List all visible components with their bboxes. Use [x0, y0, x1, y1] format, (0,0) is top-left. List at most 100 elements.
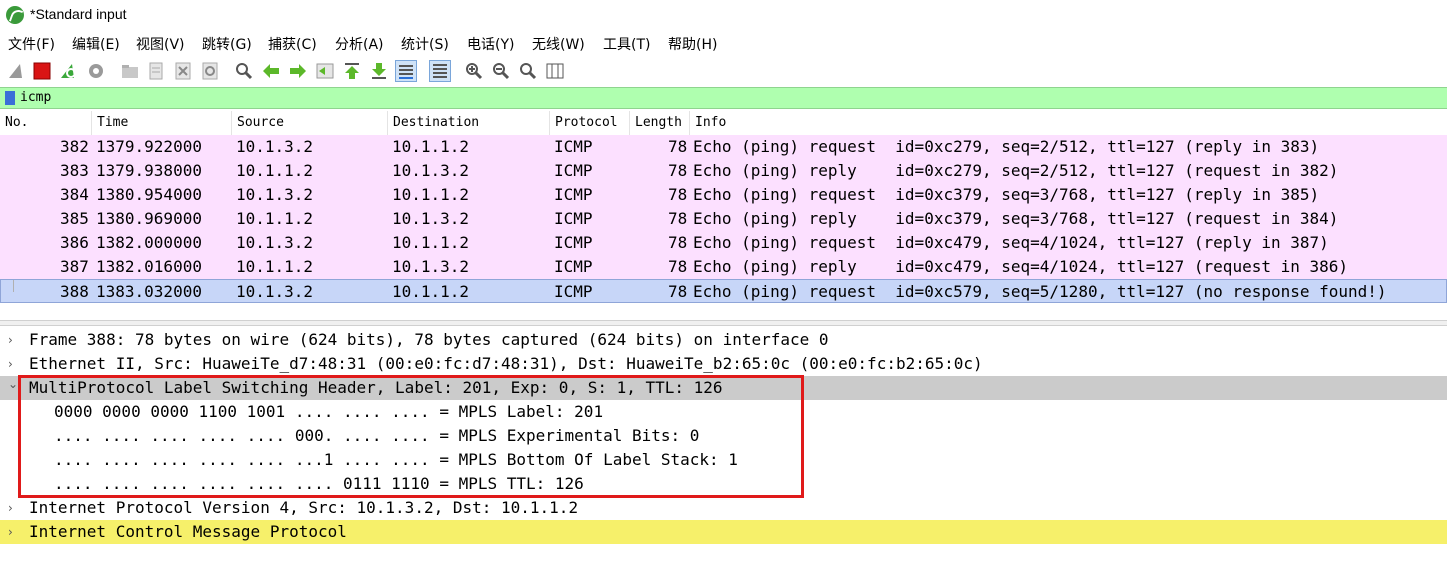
column-header-length[interactable]: Length: [630, 111, 690, 135]
packet-no: 387: [60, 257, 89, 276]
packet-time: 1379.922000: [96, 137, 202, 156]
menu-capture[interactable]: 捕获(C): [268, 34, 317, 54]
packet-row[interactable]: 383 1379.938000 10.1.1.2 10.1.3.2 ICMP 7…: [0, 159, 1447, 183]
expand-arrow-icon[interactable]: ›: [8, 496, 13, 520]
packet-protocol: ICMP: [554, 161, 593, 180]
packet-source: 10.1.1.2: [236, 257, 314, 276]
menu-telephony[interactable]: 电话(Y): [467, 34, 514, 54]
packet-no: 386: [60, 233, 89, 252]
resize-columns-icon[interactable]: [545, 61, 565, 81]
packet-no: 388: [60, 282, 89, 301]
expand-arrow-icon[interactable]: ›: [8, 328, 13, 352]
filter-bookmark-icon[interactable]: [5, 91, 15, 105]
packet-row[interactable]: 387 1382.016000 10.1.1.2 10.1.3.2 ICMP 7…: [0, 255, 1447, 279]
packet-info: Echo (ping) reply id=0xc279, seq=2/512, …: [693, 161, 1339, 180]
highlight-annotation-box: [18, 375, 804, 498]
pane-splitter[interactable]: [0, 320, 1447, 326]
packet-destination: 10.1.3.2: [392, 161, 470, 180]
tree-end-line: [13, 280, 14, 292]
open-folder-icon[interactable]: [120, 61, 140, 81]
packet-info: Echo (ping) reply id=0xc479, seq=4/1024,…: [693, 257, 1349, 276]
packet-time: 1380.969000: [96, 209, 202, 228]
packet-row[interactable]: 384 1380.954000 10.1.3.2 10.1.1.2 ICMP 7…: [0, 183, 1447, 207]
zoom-in-icon[interactable]: [464, 61, 484, 81]
packet-protocol: ICMP: [554, 137, 593, 156]
packet-row[interactable]: 382 1379.922000 10.1.3.2 10.1.1.2 ICMP 7…: [0, 135, 1447, 159]
menu-wireless[interactable]: 无线(W): [532, 34, 585, 54]
stop-icon[interactable]: [32, 61, 52, 81]
title-bar: *Standard input: [0, 0, 1447, 31]
zoom-out-icon[interactable]: [491, 61, 511, 81]
packet-list-header: No. Time Source Destination Protocol Len…: [0, 111, 1447, 136]
packet-info: Echo (ping) request id=0xc579, seq=5/128…: [693, 282, 1387, 301]
detail-text: Internet Protocol Version 4, Src: 10.1.3…: [29, 498, 579, 517]
menu-analyze[interactable]: 分析(A): [335, 34, 384, 54]
menu-edit[interactable]: 编辑(E): [72, 34, 120, 54]
save-file-icon[interactable]: [146, 61, 166, 81]
packet-protocol: ICMP: [554, 233, 593, 252]
detail-text: Ethernet II, Src: HuaweiTe_d7:48:31 (00:…: [29, 354, 983, 373]
column-header-info[interactable]: Info: [690, 111, 1447, 135]
last-packet-icon[interactable]: [369, 61, 389, 81]
detail-row-frame[interactable]: › Frame 388: 78 bytes on wire (624 bits)…: [0, 328, 1447, 352]
zoom-normal-icon[interactable]: [518, 61, 538, 81]
packet-destination: 10.1.3.2: [392, 257, 470, 276]
packet-time: 1382.000000: [96, 233, 202, 252]
packet-destination: 10.1.1.2: [392, 233, 470, 252]
packet-no: 383: [60, 161, 89, 180]
options-gear-icon[interactable]: [86, 61, 106, 81]
menu-statistics[interactable]: 统计(S): [401, 34, 449, 54]
column-header-destination[interactable]: Destination: [388, 111, 550, 135]
column-header-no[interactable]: No.: [0, 111, 92, 135]
packet-info: Echo (ping) request id=0xc279, seq=2/512…: [693, 137, 1320, 156]
packet-source: 10.1.1.2: [236, 161, 314, 180]
collapse-arrow-icon[interactable]: ⌄: [8, 372, 18, 396]
wireshark-app-icon: [6, 6, 24, 24]
packet-info: Echo (ping) request id=0xc379, seq=3/768…: [693, 185, 1320, 204]
packet-length: 78: [668, 233, 688, 252]
menu-tools[interactable]: 工具(T): [603, 34, 650, 54]
packet-length: 78: [668, 137, 688, 156]
menu-go[interactable]: 跳转(G): [202, 34, 252, 54]
detail-row-ethernet[interactable]: › Ethernet II, Src: HuaweiTe_d7:48:31 (0…: [0, 352, 1447, 376]
display-filter-input[interactable]: [20, 89, 1420, 107]
display-filter-bar: [0, 87, 1447, 109]
first-packet-icon[interactable]: [342, 61, 362, 81]
detail-text: Internet Control Message Protocol: [29, 522, 347, 541]
back-arrow-icon[interactable]: [261, 61, 281, 81]
packet-length: 78: [668, 161, 688, 180]
detail-text: Frame 388: 78 bytes on wire (624 bits), …: [29, 330, 829, 349]
column-header-time[interactable]: Time: [92, 111, 232, 135]
find-icon[interactable]: [234, 61, 254, 81]
packet-length: 78: [668, 257, 688, 276]
restart-icon[interactable]: [58, 61, 78, 81]
colorize-icon[interactable]: [429, 60, 451, 82]
close-file-icon[interactable]: [173, 61, 193, 81]
packet-time: 1383.032000: [96, 282, 202, 301]
packet-row[interactable]: 386 1382.000000 10.1.3.2 10.1.1.2 ICMP 7…: [0, 231, 1447, 255]
reload-icon[interactable]: [200, 61, 220, 81]
packet-protocol: ICMP: [554, 282, 593, 301]
window-title: *Standard input: [30, 6, 127, 22]
column-header-source[interactable]: Source: [232, 111, 388, 135]
autoscroll-icon[interactable]: [395, 60, 417, 82]
packet-no: 384: [60, 185, 89, 204]
expand-arrow-icon[interactable]: ›: [8, 520, 13, 544]
menu-file[interactable]: 文件(F): [8, 34, 55, 54]
packet-protocol: ICMP: [554, 209, 593, 228]
packet-no: 385: [60, 209, 89, 228]
packet-info: Echo (ping) reply id=0xc379, seq=3/768, …: [693, 209, 1339, 228]
detail-row-icmp[interactable]: › Internet Control Message Protocol: [0, 520, 1447, 544]
packet-row[interactable]: 385 1380.969000 10.1.1.2 10.1.3.2 ICMP 7…: [0, 207, 1447, 231]
menu-bar: 文件(F) 编辑(E) 视图(V) 跳转(G) 捕获(C) 分析(A) 统计(S…: [0, 31, 1447, 55]
menu-view[interactable]: 视图(V): [136, 34, 185, 54]
forward-arrow-icon[interactable]: [288, 61, 308, 81]
shark-fin-icon[interactable]: [6, 61, 26, 81]
packet-row-selected[interactable]: 388 1383.032000 10.1.3.2 10.1.1.2 ICMP 7…: [0, 279, 1447, 303]
menu-help[interactable]: 帮助(H): [668, 34, 717, 54]
detail-row-ipv4[interactable]: › Internet Protocol Version 4, Src: 10.1…: [0, 496, 1447, 520]
packet-source: 10.1.1.2: [236, 209, 314, 228]
column-header-protocol[interactable]: Protocol: [550, 111, 630, 135]
packet-source: 10.1.3.2: [236, 233, 314, 252]
goto-packet-icon[interactable]: [315, 61, 335, 81]
